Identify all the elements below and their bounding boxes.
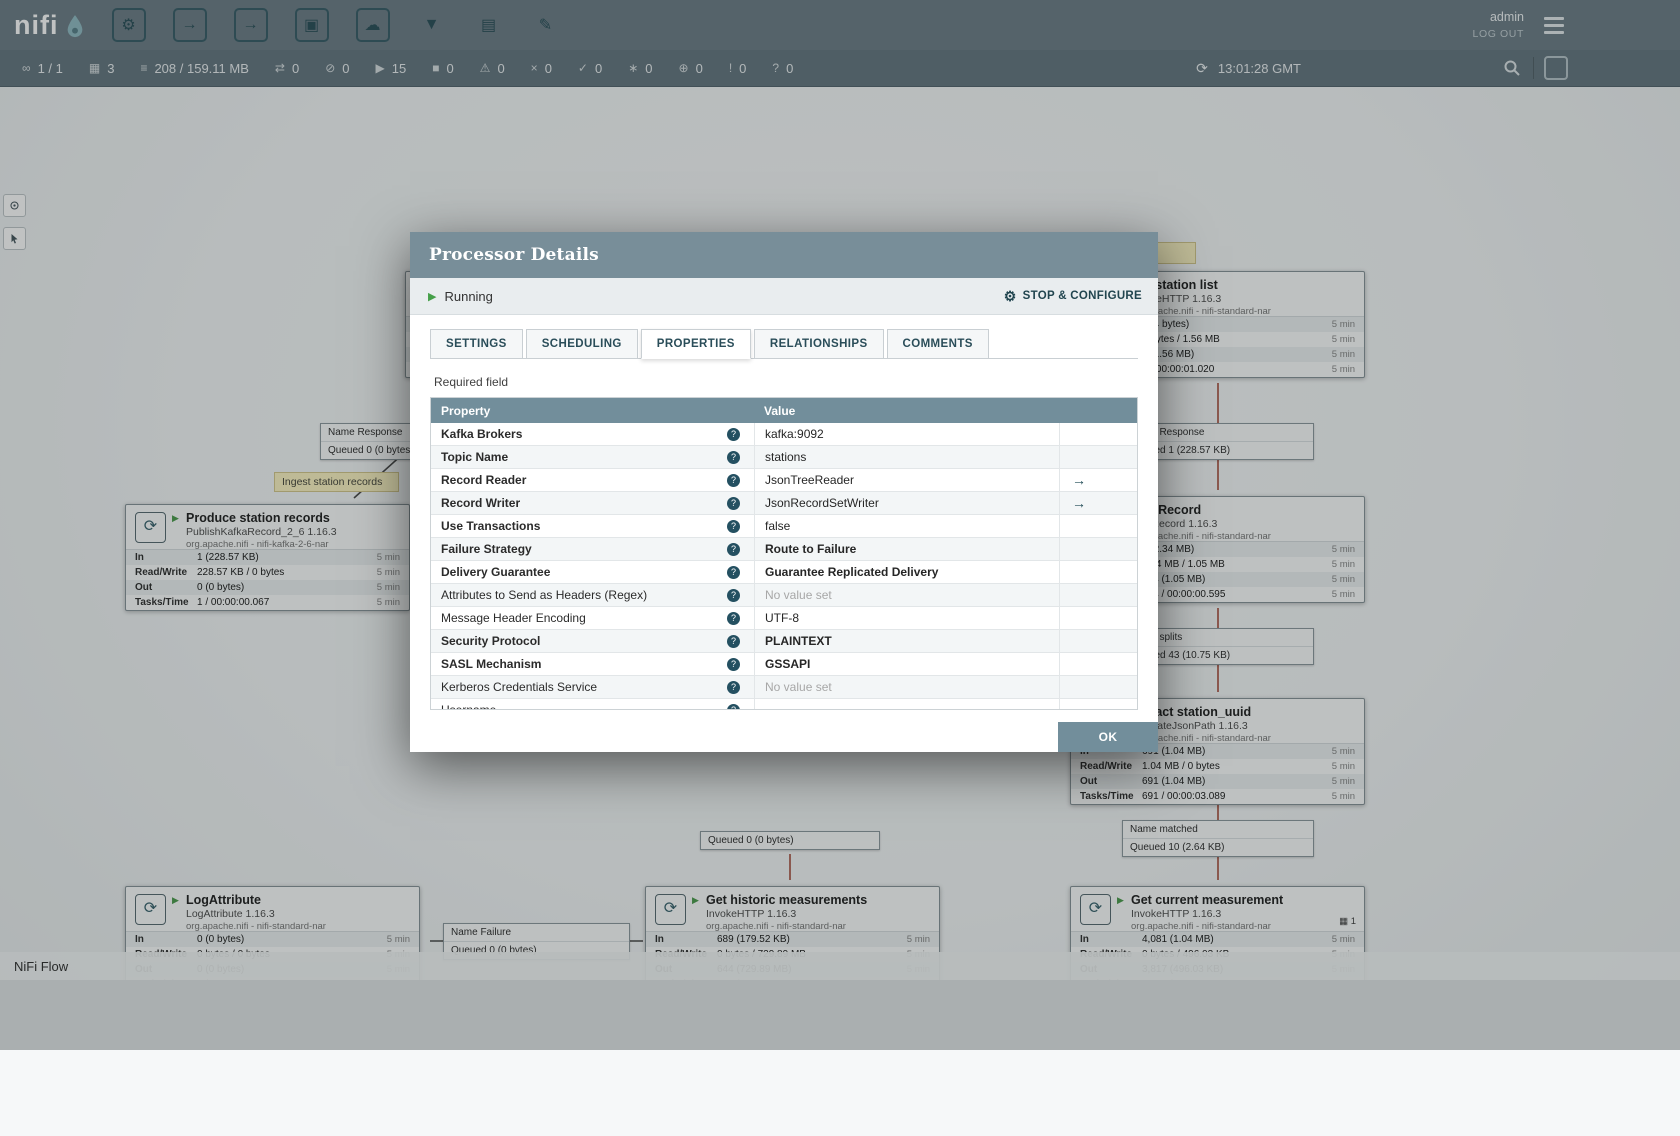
property-row[interactable]: Use Transactions? false [431,515,1137,538]
property-value: No value set [765,588,832,602]
properties-table-header: Property Value [431,398,1137,423]
help-icon[interactable]: ? [727,427,740,441]
property-name: Topic Name [441,450,509,464]
help-icon[interactable]: ? [727,542,740,556]
go-to-service-icon[interactable]: → [1072,495,1086,511]
dialog-title: Processor Details [429,245,599,265]
property-name: Security Protocol [441,634,541,648]
property-column-header: Property [441,403,491,418]
help-icon[interactable]: ? [727,588,740,602]
property-value: Guarantee Replicated Delivery [765,565,939,579]
property-name: Record Writer [441,496,521,510]
property-value: JsonRecordSetWriter [765,496,879,510]
tab-properties[interactable]: PROPERTIES [640,329,751,359]
property-row[interactable]: Record Reader? JsonTreeReader → [431,469,1137,492]
property-row[interactable]: Username? [431,699,1137,709]
tab-scheduling[interactable]: SCHEDULING [525,329,638,359]
property-row[interactable]: Kafka Brokers? kafka:9092 [431,423,1137,446]
property-value: kafka:9092 [765,427,824,441]
property-row[interactable]: SASL Mechanism? GSSAPI [431,653,1137,676]
run-status-label: Running [444,288,493,304]
property-row[interactable]: Topic Name? stations [431,446,1137,469]
tab-comments[interactable]: COMMENTS [886,329,989,359]
dialog-tabs: SETTINGS SCHEDULING PROPERTIES RELATIONSHIP… [430,329,1138,359]
property-value: UTF-8 [765,611,799,625]
go-to-service-icon[interactable]: → [1072,472,1086,488]
property-name: Kerberos Credentials Service [441,680,598,694]
properties-table: Property Value Kafka Brokers? kafka:9092 T… [430,397,1138,710]
property-name: SASL Mechanism [441,657,542,671]
ok-button[interactable]: OK [1058,722,1158,752]
help-icon[interactable]: ? [727,473,740,487]
property-name: Message Header Encoding [441,611,586,625]
property-value: stations [765,450,807,464]
running-status-icon: ▶ [428,290,437,303]
help-icon[interactable]: ? [727,634,740,648]
help-icon[interactable]: ? [727,519,740,533]
tab-relationships[interactable]: RELATIONSHIPS [753,329,884,359]
property-row[interactable]: Attributes to Send as Headers (Regex)? No… [431,584,1137,607]
property-name: Failure Strategy [441,542,532,556]
property-value: GSSAPI [765,657,811,671]
property-name: Kafka Brokers [441,427,523,441]
required-field-note: Required field [434,375,509,389]
property-name: Use Transactions [441,519,541,533]
property-row[interactable]: Failure Strategy? Route to Failure [431,538,1137,561]
help-icon[interactable]: ? [727,611,740,625]
property-name: Delivery Guarantee [441,565,551,579]
property-row[interactable]: Message Header Encoding? UTF-8 [431,607,1137,630]
property-value: No value set [765,680,832,694]
help-icon[interactable]: ? [727,703,740,709]
property-row[interactable]: Delivery Guarantee? Guarantee Replicated … [431,561,1137,584]
tab-settings[interactable]: SETTINGS [430,329,523,359]
property-row[interactable]: Record Writer? JsonRecordSetWriter → [431,492,1137,515]
help-icon[interactable]: ? [727,450,740,464]
gear-icon: ⚙ [1003,287,1017,304]
property-row[interactable]: Kerberos Credentials Service? No value se… [431,676,1137,699]
value-column-header: Value [764,403,796,418]
property-value: Route to Failure [765,542,857,556]
processor-details-dialog: Processor Details ▶ Running ⚙ STOP & CON… [410,232,1158,752]
help-icon[interactable]: ? [727,680,740,694]
help-icon[interactable]: ? [727,496,740,510]
property-value: false [765,519,791,533]
help-icon[interactable]: ? [727,657,740,671]
property-name: Username [441,703,727,709]
properties-table-body: Kafka Brokers? kafka:9092 Topic Name? stati… [431,423,1137,709]
property-name: Record Reader [441,473,527,487]
property-row[interactable]: Security Protocol? PLAINTEXT [431,630,1137,653]
property-value: JsonTreeReader [765,473,854,487]
help-icon[interactable]: ? [727,565,740,579]
stop-and-configure-button[interactable]: ⚙ STOP & CONFIGURE [1004,288,1142,305]
stop-and-configure-label: STOP & CONFIGURE [1022,290,1142,302]
property-name: Attributes to Send as Headers (Regex) [441,588,648,602]
property-value: PLAINTEXT [765,634,832,648]
